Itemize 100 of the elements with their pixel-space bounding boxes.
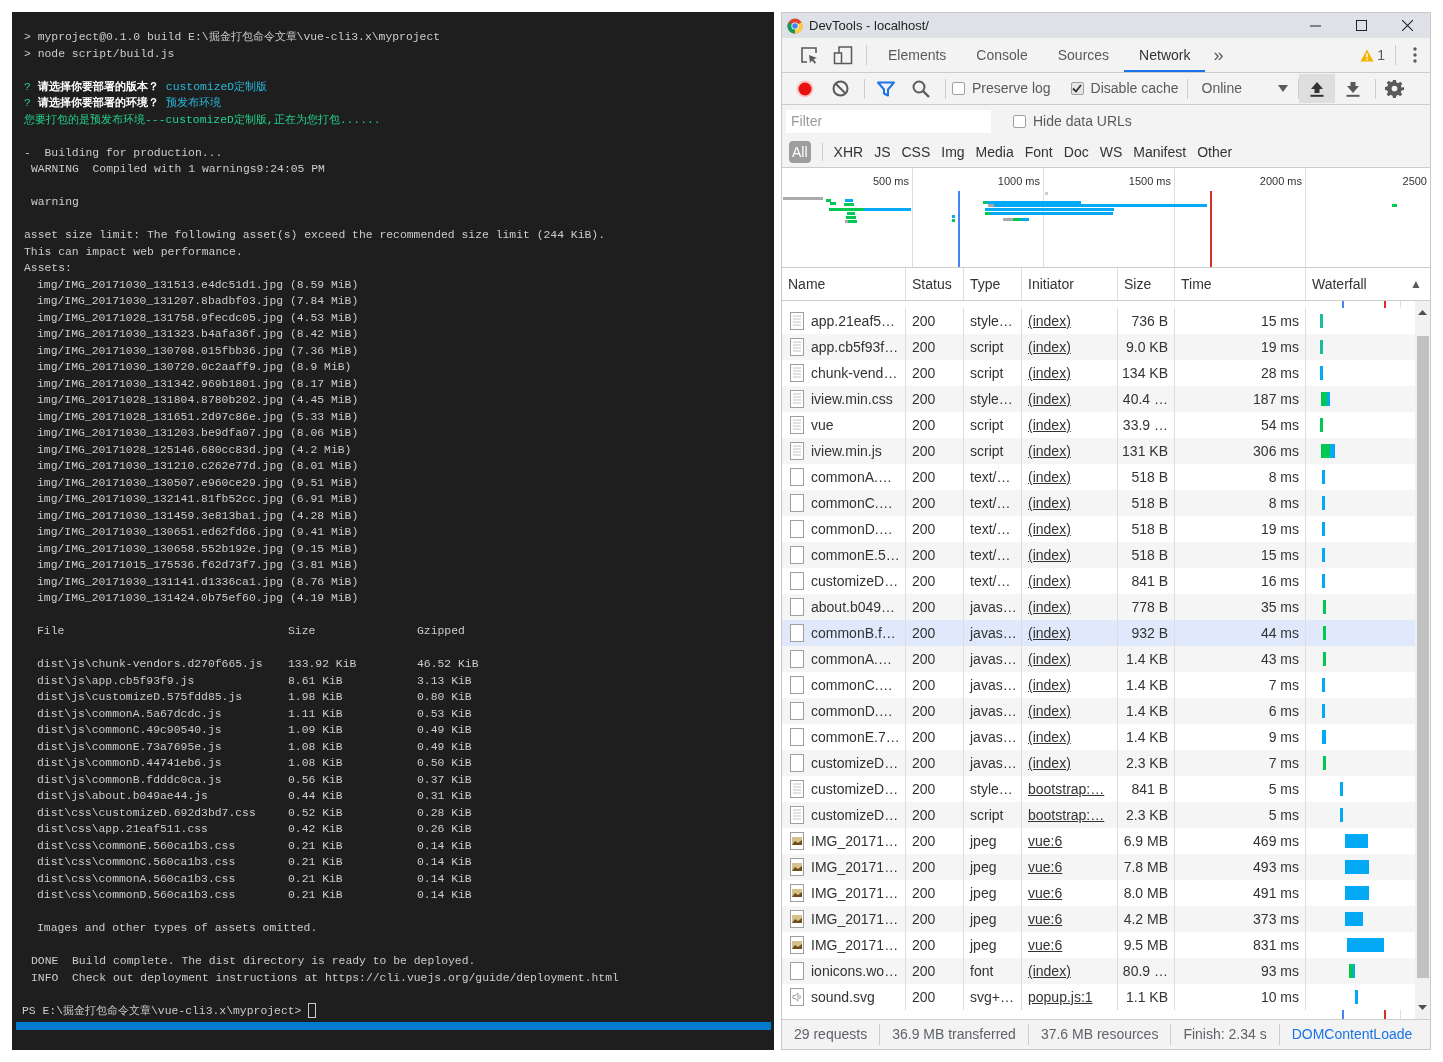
table-cell: 0.26 KiB [417,823,472,835]
request-row[interactable]: commonC.… 200 text/… (index) 518 B 8 ms [782,490,1415,516]
initiator-link[interactable]: (index) [1028,960,1071,982]
status-code: 200 [912,467,936,487]
request-name: about.b049… [811,597,896,617]
initiator-link[interactable]: (index) [1028,674,1071,696]
column-header[interactable]: Status [906,268,964,300]
type-filter[interactable]: WS [1099,141,1123,163]
initiator-link[interactable]: (index) [1028,310,1071,332]
initiator-link[interactable]: vue:6 [1028,830,1063,852]
scrollbar[interactable] [1415,301,1430,1019]
initiator-link[interactable]: bootstrap:… [1028,778,1105,800]
type-filter[interactable]: Manifest [1133,141,1187,163]
initiator-link[interactable]: (index) [1028,596,1071,618]
column-header[interactable]: Waterfall ▲ [1306,268,1430,300]
output-line: img/IMG_20171030_130708.015fbb36.jpg (7.36 MiB) [37,344,359,357]
warnings-button[interactable]: 1 [1354,38,1391,72]
request-row[interactable]: IMG_20171… 200 jpeg vue:6 7.8 MB 493 ms [782,854,1415,880]
time-value: 54 ms [1260,415,1299,435]
column-header[interactable]: Size [1118,268,1175,300]
waterfall-bar [1340,782,1343,796]
initiator-link[interactable]: vue:6 [1028,882,1063,904]
panel-tab[interactable]: Sources [1042,38,1125,72]
request-row[interactable]: app.cb5f93f… 200 script (index) 9.0 KB 19 ms [782,334,1415,360]
summary-stat: 29 requests [793,1025,869,1044]
request-row[interactable]: iview.min.js 200 script (index) 131 KB 306 ms [782,438,1415,464]
image-thumbnail-icon [790,936,804,954]
initiator-link[interactable]: (index) [1028,362,1071,384]
status-code: 200 [912,545,936,565]
table-cell: 1.11 KiB [288,707,343,720]
type-filter[interactable]: JS [874,141,891,163]
initiator-link[interactable]: (index) [1028,336,1071,358]
initiator-link[interactable]: (index) [1028,726,1071,748]
initiator-link[interactable]: (index) [1028,466,1071,488]
checkbox-label[interactable]: Preserve log [972,78,1051,99]
request-row[interactable]: iview.min.css 200 style… (index) 40.4 … 187 ms [782,386,1415,412]
initiator-link[interactable]: popup.js:1 [1028,986,1093,1008]
status-code: 200 [912,909,936,929]
column-header[interactable]: Initiator [1022,268,1118,300]
type-filter[interactable]: Doc [1063,141,1089,163]
resource-type: script [970,441,1004,461]
output-line: WARNING Compiled with 1 warnings9:24:05 PM [31,163,325,175]
request-row[interactable]: customizeD… 200 javas… (index) 2.3 KB 7 ms [782,750,1415,776]
checkbox-label[interactable]: Disable cache [1090,78,1179,99]
initiator-link[interactable]: vue:6 [1028,934,1063,956]
request-row[interactable]: commonB.f… 200 javas… (index) 932 B 44 ms [782,620,1415,646]
scrollbar-thumb[interactable] [1416,336,1429,978]
initiator-link[interactable]: (index) [1028,700,1071,722]
scroll-up-icon[interactable] [1418,310,1427,315]
output-line: img/IMG_20171030_131342.969b1801.jpg (8.17 MiB) [37,377,359,390]
request-row[interactable]: commonE.5… 200 text/… (index) 518 B 15 ms [782,542,1415,568]
request-row[interactable]: about.b049… 200 javas… (index) 778 B 35 ms [782,594,1415,620]
panel-tab[interactable]: Elements [873,38,962,72]
throttling-dropdown[interactable]: Online [1193,78,1298,99]
initiator-link[interactable]: (index) [1028,414,1071,436]
import-button[interactable] [1298,74,1335,103]
request-row[interactable]: IMG_20171… 200 jpeg vue:6 4.2 MB 373 ms [782,906,1415,932]
type-filter[interactable]: Media [975,141,1014,163]
request-row[interactable]: ionicons.wo… 200 font (index) 80.9 … 93 ms [782,958,1415,984]
scroll-down-icon[interactable] [1418,1005,1427,1010]
resource-type: script [970,337,1004,357]
initiator-link[interactable]: vue:6 [1028,856,1063,878]
checkbox[interactable] [1013,114,1026,128]
initiator-link[interactable]: vue:6 [1028,908,1063,930]
checkbox-label[interactable]: Hide data URLs [1033,110,1132,132]
initiator-link[interactable]: (index) [1028,518,1071,540]
initiator-link[interactable]: (index) [1028,622,1071,644]
request-name: app.21eaf5… [811,311,896,331]
waterfall-bar [1320,314,1323,328]
file-icon [790,572,804,590]
checkbox[interactable] [1070,82,1084,95]
request-row[interactable]: commonD.… 200 javas… (index) 1.4 KB 6 ms [782,698,1415,724]
type-filter[interactable]: Img [941,141,965,163]
output-line: img/IMG_20171030_131207.8badbf03.jpg (7.84 MiB) [37,295,359,307]
type-filter[interactable]: CSS [901,141,931,163]
prompt-mark: ? [24,79,31,95]
column-header[interactable]: Type [964,268,1022,300]
initiator-link[interactable]: (index) [1028,648,1071,670]
column-header[interactable]: Time [1175,268,1306,300]
initiator-link[interactable]: (index) [1028,388,1071,410]
initiator-link[interactable]: (index) [1028,544,1071,566]
column-header[interactable]: Name [782,268,906,300]
request-row[interactable]: customizeD… 200 script bootstrap:… 2.3 KB 5 ms [782,802,1415,828]
initiator-link[interactable]: (index) [1028,752,1071,774]
type-filter[interactable]: Font [1024,141,1053,163]
file-icon [790,676,804,694]
status-code: 200 [912,805,936,825]
initiator-link[interactable]: bootstrap:… [1028,804,1105,826]
type-filter[interactable]: XHR [833,141,864,163]
text-cursor [308,1003,317,1019]
column-header: Gzipped [417,625,465,637]
checkbox[interactable] [952,82,965,95]
initiator-link[interactable]: (index) [1028,440,1071,462]
panel-tab[interactable]: Console [961,38,1043,72]
type-filter[interactable]: Other [1197,141,1233,163]
initiator-link[interactable]: (index) [1028,492,1071,514]
request-row[interactable]: commonA.… 200 javas… (index) 1.4 KB 43 ms [782,646,1415,672]
more-tabs-button[interactable]: » [1205,38,1232,72]
filter-input[interactable]: Filter [786,109,991,133]
initiator-link[interactable]: (index) [1028,570,1071,592]
